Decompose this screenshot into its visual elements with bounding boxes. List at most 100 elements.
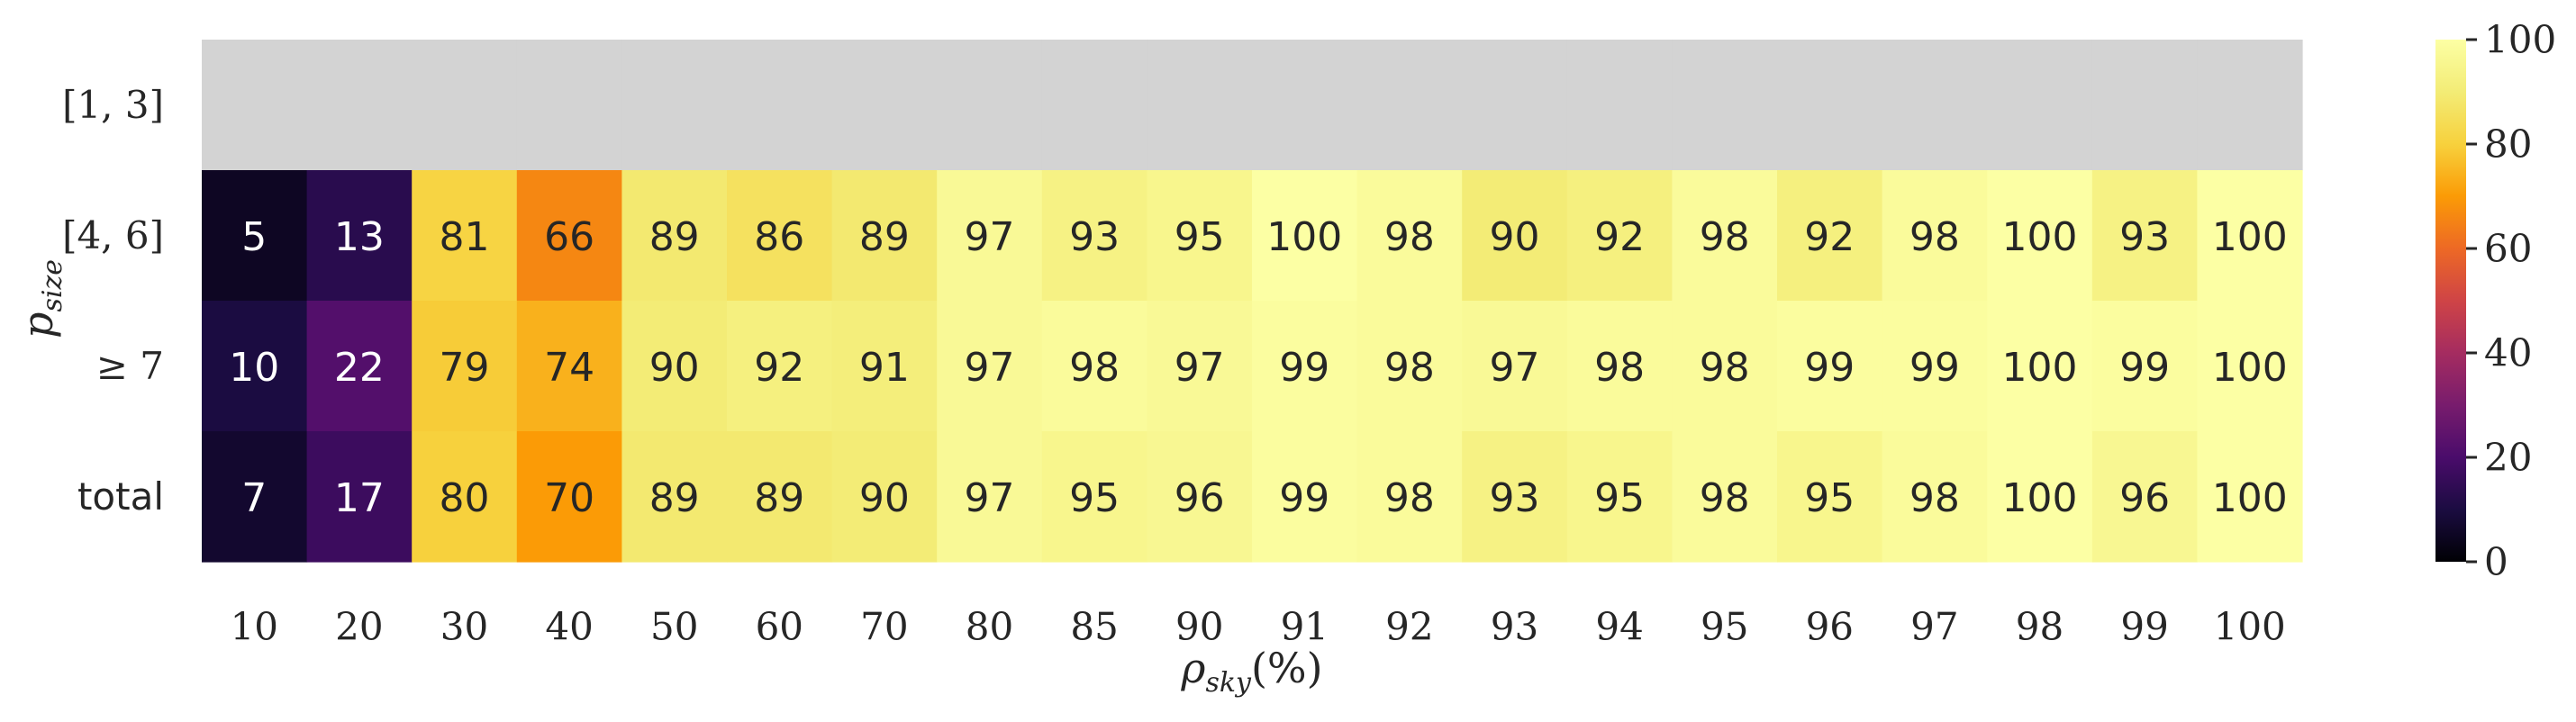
- x-tick-label: 92: [1385, 605, 1433, 649]
- cell-value-label: 7: [241, 475, 267, 521]
- heatmap-cell-missing: [2091, 40, 2198, 171]
- cell-value-label: 90: [859, 475, 910, 521]
- heatmap-cell-missing: [1147, 40, 1253, 171]
- cell-value-label: 93: [1490, 475, 1540, 521]
- colorbar: 0 20 40 60 80 100: [2435, 18, 2556, 584]
- y-tick-label: [1, 3]: [62, 83, 164, 127]
- cell-value-label: 100: [2002, 345, 2078, 391]
- heatmap-cell-missing: [412, 40, 518, 171]
- heatmap-cell-missing: [1566, 40, 1673, 171]
- colorbar-tick-label: 60: [2484, 227, 2532, 271]
- cell-value-label: 89: [754, 475, 804, 521]
- x-tick-label: 60: [756, 605, 803, 649]
- colorbar-tick-label: 0: [2484, 540, 2508, 584]
- cell-value-label: 95: [1069, 475, 1120, 521]
- cell-value-label: 99: [1279, 475, 1329, 521]
- heatmap-cell-missing: [202, 40, 308, 171]
- cell-value-label: 98: [1384, 345, 1435, 391]
- cell-value-label: 98: [1384, 475, 1435, 521]
- colorbar-ticks: 0 20 40 60 80 100: [2466, 18, 2556, 584]
- cell-value-label: 95: [1175, 214, 1225, 260]
- heatmap-cell-missing: [2197, 40, 2303, 171]
- y-axis-title: psize: [14, 259, 68, 338]
- heatmap-cell-missing: [621, 40, 728, 171]
- cell-value-label: 10: [229, 345, 279, 391]
- cell-value-label: 95: [1804, 475, 1855, 521]
- x-tick-label: 93: [1491, 605, 1538, 649]
- cell-value-label: 81: [440, 214, 490, 260]
- heatmap-cell-missing: [1987, 40, 2093, 171]
- x-tick-label: 20: [335, 605, 383, 649]
- cell-value-label: 93: [1069, 214, 1120, 260]
- cell-value-label: 95: [1594, 475, 1645, 521]
- cell-value-label: 80: [440, 475, 490, 521]
- x-tick-label: 94: [1595, 605, 1643, 649]
- cell-value-label: 92: [1594, 214, 1645, 260]
- cell-value-label: 99: [1909, 345, 1960, 391]
- x-tick-label: 99: [2120, 605, 2168, 649]
- heatmap-cell-missing: [1252, 40, 1358, 171]
- cell-value-label: 97: [1175, 345, 1225, 391]
- heatmap-cell-missing: [1777, 40, 1883, 171]
- cell-value-label: 17: [334, 475, 385, 521]
- x-tick-label: 70: [860, 605, 908, 649]
- heatmap-cell-missing: [937, 40, 1043, 171]
- x-axis-title: ρsky(%): [1180, 644, 1322, 699]
- cell-value-label: 74: [544, 345, 594, 391]
- cell-value-label: 100: [2212, 345, 2288, 391]
- cell-value-label: 96: [2119, 475, 2170, 521]
- heatmap-cell-missing: [516, 40, 622, 171]
- heatmap-cell-missing: [1882, 40, 1988, 171]
- cell-value-label: 90: [649, 345, 700, 391]
- cell-value-label: 92: [1804, 214, 1855, 260]
- cell-value-label: 98: [1909, 214, 1960, 260]
- heatmap-cell-missing: [1356, 40, 1463, 171]
- cell-value-label: 89: [859, 214, 910, 260]
- x-tick-label: 91: [1281, 605, 1329, 649]
- cell-value-label: 98: [1384, 214, 1435, 260]
- cell-value-label: 89: [649, 214, 700, 260]
- colorbar-tick-label: 80: [2484, 122, 2532, 167]
- cell-value-label: 98: [1909, 475, 1960, 521]
- cell-value-label: 99: [1804, 345, 1855, 391]
- x-tick-labels: 10 20 30 40 50 60 70 80 85 90 91 92 93 94 95 96 97 98 99 10…: [231, 605, 2286, 649]
- cell-value-label: 92: [754, 345, 804, 391]
- cell-value-label: 98: [1700, 214, 1750, 260]
- heatmap-cell-missing: [831, 40, 938, 171]
- heatmap-cell-missing: [1672, 40, 1778, 171]
- cell-value-label: 22: [334, 345, 385, 391]
- colorbar-tick-label: 40: [2484, 331, 2532, 375]
- cell-value-label: 100: [2212, 475, 2288, 521]
- cell-value-label: 98: [1069, 345, 1120, 391]
- cell-value-label: 97: [1490, 345, 1540, 391]
- cell-value-label: 100: [2002, 475, 2078, 521]
- cell-value-label: 100: [1266, 214, 1342, 260]
- y-tick-label: total: [77, 474, 164, 519]
- x-tick-label: 10: [231, 605, 278, 649]
- cell-value-label: 70: [544, 475, 594, 521]
- cell-value-label: 79: [440, 345, 490, 391]
- x-tick-label: 80: [966, 605, 1013, 649]
- cell-value-label: 96: [1175, 475, 1225, 521]
- x-tick-label: 90: [1175, 605, 1223, 649]
- cell-value-label: 90: [1490, 214, 1540, 260]
- x-tick-label: 95: [1701, 605, 1748, 649]
- x-tick-label: 96: [1806, 605, 1854, 649]
- heatmap-cell-missing: [727, 40, 833, 171]
- colorbar-tick-label: 100: [2484, 18, 2556, 62]
- cell-value-label: 98: [1594, 345, 1645, 391]
- y-tick-label: [4, 6]: [62, 213, 164, 257]
- heatmap-cell-missing: [1462, 40, 1568, 171]
- heatmap-cell-missing: [1041, 40, 1147, 171]
- cell-value-label: 97: [965, 214, 1015, 260]
- cell-value-label: 99: [2119, 345, 2170, 391]
- x-tick-label: 50: [650, 605, 698, 649]
- x-tick-label: 100: [2214, 605, 2286, 649]
- cell-value-label: 93: [2119, 214, 2170, 260]
- cell-value-label: 13: [334, 214, 385, 260]
- x-tick-label: 30: [440, 605, 488, 649]
- cell-value-label: 99: [1279, 345, 1329, 391]
- cell-value-label: 5: [241, 214, 267, 260]
- cell-value-label: 98: [1700, 475, 1750, 521]
- cell-value-label: 66: [544, 214, 594, 260]
